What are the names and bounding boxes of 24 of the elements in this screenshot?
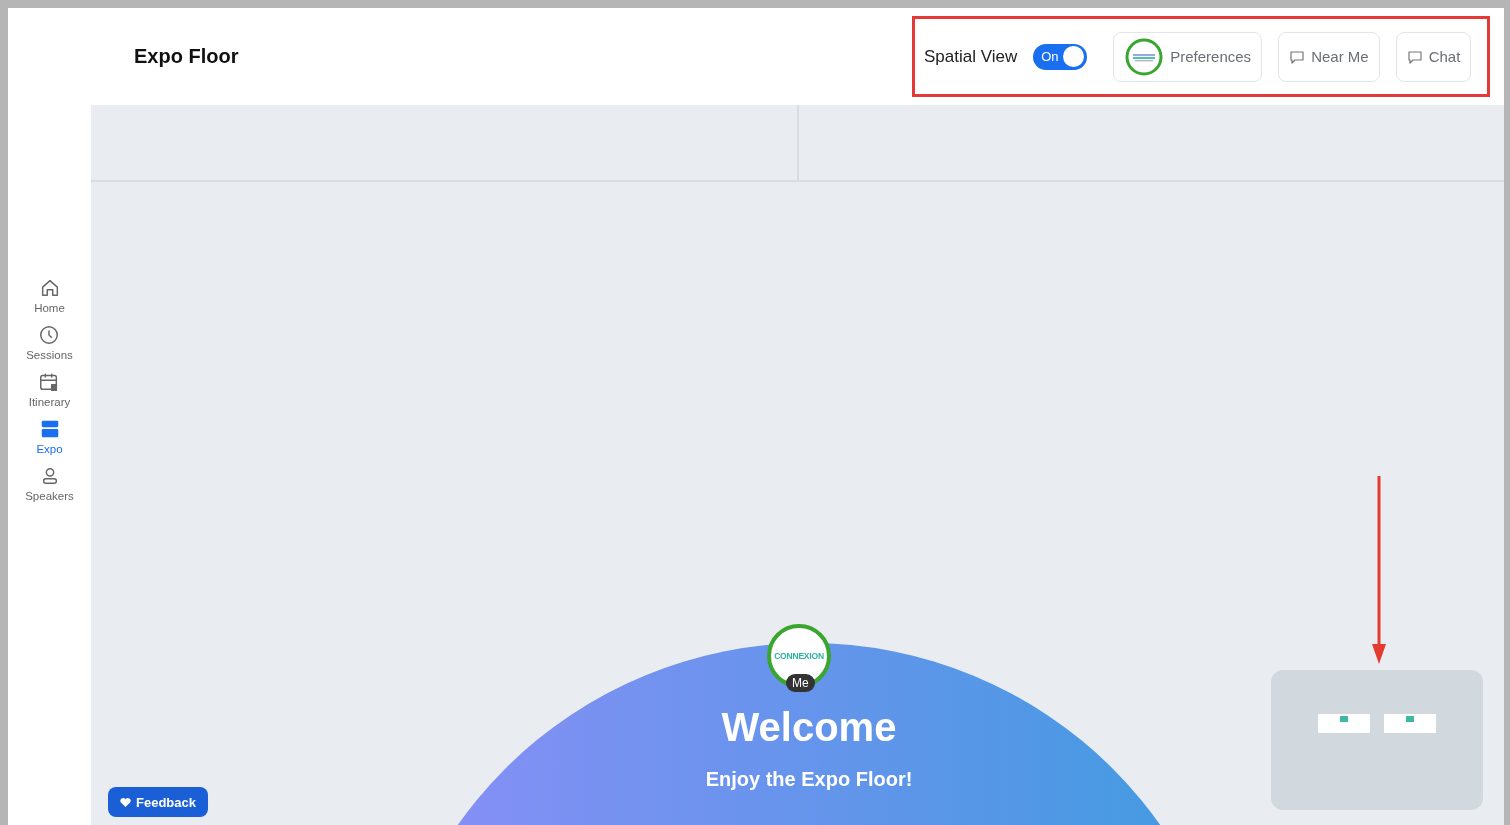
sidebar-item[interactable]: Expo: [36, 418, 63, 455]
toggle-label: Spatial View: [924, 46, 1018, 67]
chat-button[interactable]: Near Me: [1278, 31, 1380, 82]
minimap[interactable]: [1271, 670, 1483, 810]
minimap-booth: [1318, 714, 1370, 733]
clock-icon: [38, 324, 61, 346]
speech-bubble-icon: [1289, 48, 1306, 65]
chat-button[interactable]: Chat: [1395, 31, 1472, 82]
feedback-button[interactable]: Feedback: [108, 787, 208, 817]
heart-icon: [120, 796, 131, 808]
welcome-title: Welcome: [721, 705, 897, 750]
sidebar-item[interactable]: Home: [34, 277, 65, 314]
me-badge: Me: [786, 674, 815, 692]
preferences-button[interactable]: Preferences: [1113, 31, 1263, 82]
speech-bubble-icon: [1406, 48, 1423, 65]
page-title: Expo Floor: [134, 45, 239, 68]
logo-text: CONNEXION: [774, 651, 824, 661]
sidebar-item[interactable]: Sessions: [26, 324, 73, 361]
sidebar-item[interactable]: Speakers: [25, 465, 74, 502]
spatial-view-toggle[interactable]: On: [1033, 43, 1088, 70]
logo-avatar-icon: [1124, 36, 1165, 77]
minimap-booth: [1384, 714, 1436, 733]
sidebar-item[interactable]: Itinerary: [28, 371, 71, 408]
welcome-subtitle: Enjoy the Expo Floor!: [705, 768, 913, 791]
